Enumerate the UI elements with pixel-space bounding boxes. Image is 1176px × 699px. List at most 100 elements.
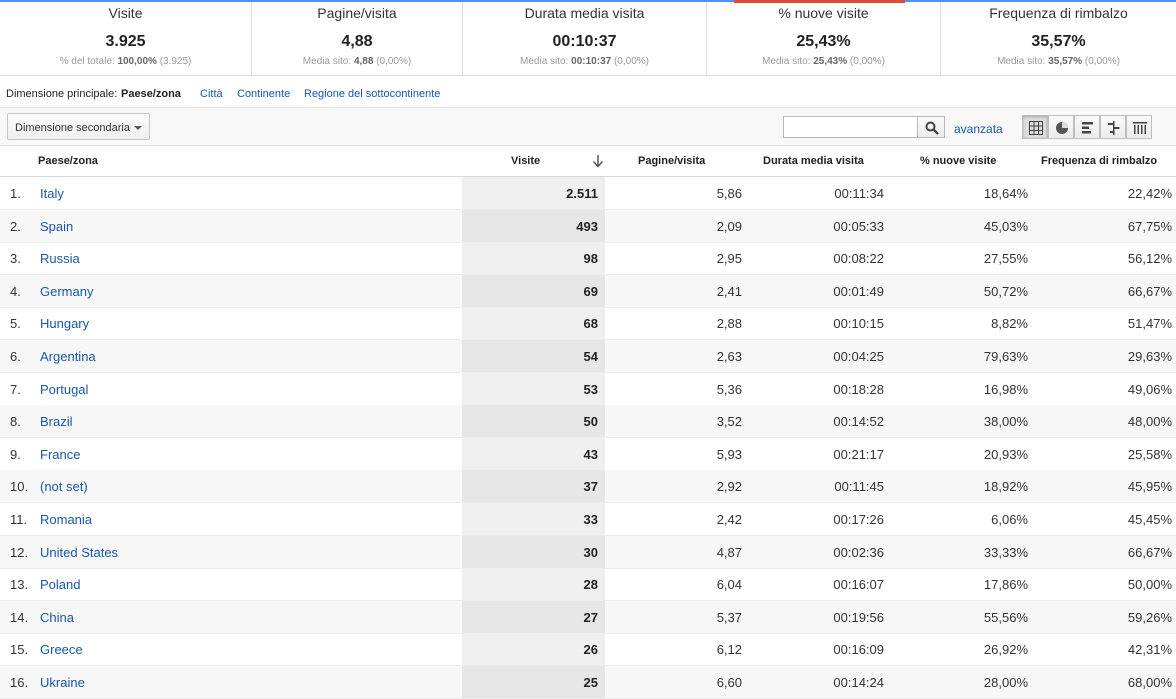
table-header: Paese/zona Visite Pagine/visita Durata m… bbox=[0, 146, 1176, 177]
pivot-view-icon bbox=[1133, 122, 1147, 134]
comparison-view-button[interactable] bbox=[1100, 115, 1126, 139]
cell-new-visits: 8,82% bbox=[991, 316, 1028, 332]
performance-view-button[interactable] bbox=[1074, 115, 1100, 139]
column-header-avg-duration[interactable]: Durata media visita bbox=[763, 155, 864, 167]
column-header-visits[interactable]: Visite bbox=[511, 155, 540, 167]
chevron-down-icon bbox=[134, 126, 142, 130]
cell-bounce-rate: 48,00% bbox=[1127, 414, 1172, 430]
country-link[interactable]: Ukraine bbox=[40, 675, 85, 690]
cell-bounce-rate: 22,42% bbox=[1127, 186, 1172, 201]
country-link[interactable]: (not set) bbox=[40, 479, 88, 494]
performance-view-icon bbox=[1082, 122, 1093, 134]
country-link[interactable]: Brazil bbox=[40, 414, 73, 429]
cell-pages-per-visit: 5,36 bbox=[716, 381, 742, 397]
dimension-link-subcontinent[interactable]: Regione del sottocontinente bbox=[304, 88, 440, 100]
cell-avg-duration: 00:14:24 bbox=[833, 675, 884, 690]
metric-visits[interactable]: Visite 3.925 % del totale: 100,00% (3.92… bbox=[0, 2, 252, 76]
metric-value: 35,57% bbox=[1031, 33, 1086, 50]
country-link[interactable]: China bbox=[40, 610, 74, 625]
cell-pages-per-visit: 4,87 bbox=[716, 544, 742, 560]
advanced-filter-link[interactable]: avanzata bbox=[954, 122, 1003, 136]
country-link[interactable]: Portugal bbox=[40, 382, 88, 397]
cell-new-visits: 17,86% bbox=[983, 577, 1028, 593]
metric-new-visits[interactable]: % nuove visite 25,43% Media sito: 25,43%… bbox=[707, 2, 941, 76]
table-row: 1. Italy 2.511 5,86 00:11:34 18,64% 22,42% bbox=[0, 177, 1176, 210]
table-view-button[interactable] bbox=[1022, 115, 1048, 139]
row-index: 11. bbox=[10, 512, 28, 527]
metric-label: Frequenza di rimbalzo bbox=[989, 5, 1128, 21]
summary-metrics: Visite 3.925 % del totale: 100,00% (3.92… bbox=[0, 0, 1176, 76]
metric-value: 00:10:37 bbox=[552, 33, 617, 50]
row-index: 5. bbox=[10, 316, 21, 332]
column-header-country[interactable]: Paese/zona bbox=[38, 155, 98, 167]
country-link[interactable]: Italy bbox=[40, 186, 64, 201]
cell-new-visits: 6,06% bbox=[991, 512, 1028, 527]
cell-bounce-rate: 66,67% bbox=[1127, 544, 1172, 560]
row-index: 16. bbox=[10, 675, 29, 690]
cell-avg-duration: 00:16:07 bbox=[833, 577, 884, 593]
metric-value: 3.925 bbox=[105, 33, 146, 50]
cell-bounce-rate: 25,58% bbox=[1127, 446, 1172, 462]
metric-pages-per-visit[interactable]: Pagine/visita 4,88 Media sito: 4,88 (0,0… bbox=[252, 2, 463, 76]
cell-avg-duration: 00:18:28 bbox=[833, 381, 884, 397]
row-index: 3. bbox=[10, 251, 21, 267]
metric-label: Visite bbox=[108, 5, 143, 21]
cell-avg-duration: 00:02:36 bbox=[833, 544, 884, 560]
metric-label: Durata media visita bbox=[524, 5, 645, 21]
dimension-link-city[interactable]: Città bbox=[200, 88, 223, 100]
pie-view-button[interactable] bbox=[1048, 115, 1074, 139]
country-link[interactable]: Poland bbox=[40, 577, 80, 592]
cell-pages-per-visit: 2,63 bbox=[716, 349, 742, 364]
cell-bounce-rate: 49,06% bbox=[1127, 381, 1172, 397]
cell-visits: 25 bbox=[583, 675, 598, 690]
cell-new-visits: 38,00% bbox=[983, 414, 1028, 430]
primary-dimension-bar: Dimensione principale: Paese/zona Città … bbox=[0, 76, 1176, 108]
cell-pages-per-visit: 5,86 bbox=[716, 186, 742, 201]
table-row: 5. Hungary 68 2,88 00:10:15 8,82% 51,47% bbox=[0, 307, 1176, 341]
row-index: 8. bbox=[10, 414, 21, 430]
secondary-dimension-dropdown[interactable]: Dimensione secondaria bbox=[7, 113, 150, 140]
country-link[interactable]: Hungary bbox=[40, 316, 89, 331]
cell-avg-duration: 00:19:56 bbox=[833, 609, 884, 625]
country-link[interactable]: Russia bbox=[40, 251, 80, 266]
table-search-input[interactable] bbox=[783, 116, 918, 138]
table-row: 11. Romania 33 2,42 00:17:26 6,06% 45,45% bbox=[0, 503, 1176, 536]
cell-bounce-rate: 68,00% bbox=[1127, 675, 1172, 690]
country-link[interactable]: Greece bbox=[40, 642, 83, 657]
cell-new-visits: 79,63% bbox=[983, 349, 1028, 364]
country-link[interactable]: United States bbox=[40, 545, 118, 560]
metric-bounce-rate[interactable]: Frequenza di rimbalzo 35,57% Media sito:… bbox=[941, 2, 1176, 76]
row-index: 12. bbox=[10, 544, 29, 560]
column-header-new-visits[interactable]: % nuove visite bbox=[920, 155, 996, 167]
country-link[interactable]: Romania bbox=[40, 512, 92, 527]
cell-pages-per-visit: 5,37 bbox=[716, 609, 742, 625]
cell-visits: 98 bbox=[583, 251, 598, 267]
country-link[interactable]: Spain bbox=[40, 219, 73, 234]
column-header-pages-per-visit[interactable]: Pagine/visita bbox=[638, 155, 705, 167]
cell-visits: 43 bbox=[583, 446, 598, 462]
row-index: 2. bbox=[10, 218, 21, 234]
country-link[interactable]: France bbox=[40, 447, 80, 462]
search-icon bbox=[925, 121, 939, 135]
country-link[interactable]: Germany bbox=[40, 284, 93, 299]
country-link[interactable]: Argentina bbox=[40, 349, 96, 364]
metric-avg-duration[interactable]: Durata media visita 00:10:37 Media sito:… bbox=[463, 2, 707, 76]
table-row: 9. France 43 5,93 00:21:17 20,93% 25,58% bbox=[0, 437, 1176, 471]
pivot-view-button[interactable] bbox=[1126, 115, 1152, 139]
cell-bounce-rate: 42,31% bbox=[1127, 642, 1172, 658]
table-view-icon bbox=[1029, 121, 1043, 135]
column-header-bounce-rate[interactable]: Frequenza di rimbalzo bbox=[1041, 155, 1157, 167]
cell-visits: 27 bbox=[583, 609, 598, 625]
dimension-country-active[interactable]: Paese/zona bbox=[121, 88, 181, 100]
cell-pages-per-visit: 2,95 bbox=[716, 251, 742, 267]
cell-new-visits: 26,92% bbox=[983, 642, 1028, 658]
search-button[interactable] bbox=[917, 116, 945, 138]
cell-bounce-rate: 66,67% bbox=[1127, 283, 1172, 299]
comparison-view-icon bbox=[1108, 121, 1120, 135]
row-index: 14. bbox=[10, 609, 29, 625]
dimension-link-continent[interactable]: Continente bbox=[237, 88, 290, 100]
cell-new-visits: 20,93% bbox=[983, 446, 1028, 462]
cell-visits: 50 bbox=[583, 414, 598, 430]
table-row: 3. Russia 98 2,95 00:08:22 27,55% 56,12% bbox=[0, 242, 1176, 276]
row-index: 6. bbox=[10, 349, 21, 364]
